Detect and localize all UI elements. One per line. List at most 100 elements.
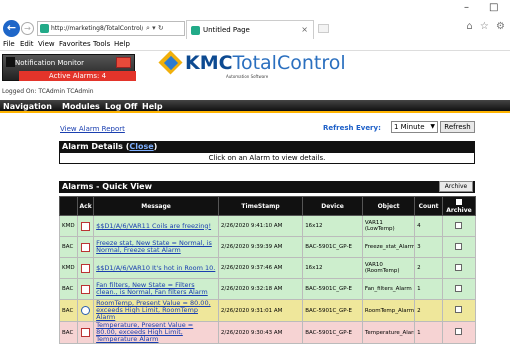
row-object: Freeze_stat_Alarm	[361, 236, 416, 258]
back-button[interactable]: ←	[3, 20, 20, 37]
row-source: BAC	[58, 236, 79, 258]
tab-close-icon[interactable]: ×	[301, 25, 308, 34]
table-row[interactable]: KMDAck $$D1/A/6/VAR11 Coils are freezing!…	[58, 215, 477, 237]
table-row[interactable]: KMDAck $$D1/A/6/VAR10 It's hot in Room 10…	[58, 257, 477, 279]
col-message[interactable]: Message	[93, 196, 219, 216]
row-object: RoomTemp_Alarm	[361, 299, 416, 322]
col-timestamp[interactable]: TimeStamp	[217, 196, 304, 216]
close-details-link[interactable]: Close	[129, 142, 153, 151]
row-message[interactable]: $$D1/A/6/VAR10 It's hot in Room 10.	[93, 257, 219, 279]
ack-alarm-icon[interactable]: Ack	[81, 284, 91, 294]
nav-log-off[interactable]: Log Off	[105, 100, 137, 113]
row-source: BAC	[58, 321, 79, 344]
menu-favorites[interactable]: Favorites	[59, 40, 91, 48]
archive-all-checkbox[interactable]	[455, 198, 462, 205]
row-message[interactable]: Fan filters, New State = Filters clean.,…	[93, 278, 219, 300]
new-tab-button[interactable]	[318, 24, 329, 33]
row-ack[interactable]: Ack	[77, 299, 95, 322]
row-count: 2	[414, 299, 443, 322]
row-message[interactable]: RoomTemp, Present Value = 80.00, exceeds…	[93, 299, 219, 322]
table-row[interactable]: BACAck Freeze stat, New State = Normal, i…	[58, 236, 477, 258]
row-ack[interactable]: Ack	[77, 236, 95, 258]
table-row[interactable]: BACAck RoomTemp, Present Value = 80.00, e…	[58, 299, 477, 322]
alarm-message-link[interactable]: $$D1/A/6/VAR10 It's hot in Room 10.	[96, 264, 215, 272]
nav-help[interactable]: Help	[142, 100, 163, 113]
forward-button[interactable]: →	[21, 22, 34, 35]
row-message[interactable]: $$D1/A/6/VAR11 Coils are freezing!	[93, 215, 219, 237]
view-alarm-report-link[interactable]: View Alarm Report	[60, 125, 125, 133]
col-count[interactable]: Count	[414, 196, 443, 216]
refresh-label: Refresh Every:	[323, 124, 381, 132]
menu-file[interactable]: File	[3, 40, 15, 48]
row-ack[interactable]: Ack	[77, 278, 95, 300]
browser-tool-icons[interactable]: ⌂ ☆ ⚙	[466, 21, 507, 32]
col-archive: Archive	[441, 196, 477, 216]
col-archive-label: Archive	[446, 206, 472, 214]
browser-toolbar: ← → http://marketing8/TotalControl/Web/A…	[0, 17, 510, 39]
archive-checkbox[interactable]	[455, 328, 463, 335]
row-source: KMD	[58, 257, 79, 279]
archive-checkbox[interactable]	[455, 306, 463, 313]
ack-alarm-icon[interactable]: Ack	[81, 221, 91, 231]
alarm-details-title: Alarm Details (	[62, 142, 130, 151]
address-bar[interactable]: http://marketing8/TotalControl/Web/Alarm…	[37, 21, 185, 36]
archive-checkbox[interactable]	[455, 221, 463, 229]
tab-title: Untitled Page	[203, 26, 250, 34]
menu-help[interactable]: Help	[114, 40, 130, 48]
menu-view[interactable]: View	[38, 40, 55, 48]
archive-checkbox[interactable]	[455, 284, 463, 292]
address-controls[interactable]: ⌕ ▾ ↻	[146, 24, 164, 33]
archive-checkbox[interactable]	[455, 263, 463, 271]
ack-alarm-icon[interactable]: Ack	[81, 328, 91, 337]
alarm-message-link[interactable]: RoomTemp, Present Value = 80.00, exceeds…	[96, 301, 211, 321]
app-logo: KMCTotalControl	[185, 52, 346, 74]
row-archive[interactable]	[441, 257, 477, 279]
minimize-icon[interactable]: –	[464, 2, 469, 13]
refresh-button[interactable]: Refresh	[440, 121, 475, 133]
menu-tools[interactable]: Tools	[93, 40, 110, 48]
row-ack[interactable]: Ack	[77, 257, 95, 279]
row-message[interactable]: Temperature, Present Value = 80.00, exce…	[93, 321, 219, 344]
row-device: 16x12	[302, 215, 363, 237]
row-archive[interactable]	[441, 278, 477, 300]
alarm-bell-icon[interactable]	[116, 57, 131, 68]
alarm-message-link[interactable]: Freeze stat, New State = Normal, is Norm…	[96, 239, 212, 254]
row-archive[interactable]	[441, 215, 477, 237]
address-text[interactable]: http://marketing8/TotalControl/Web/Alarm…	[51, 25, 143, 32]
nav-modules[interactable]: Modules	[62, 100, 100, 113]
alarm-message-link[interactable]: Fan filters, New State = Filters clean.,…	[96, 281, 208, 296]
archive-button[interactable]: Archive	[439, 181, 473, 192]
row-count: 2	[414, 257, 443, 279]
row-count: 1	[414, 321, 443, 344]
col-device[interactable]: Device	[302, 196, 363, 216]
nav-navigation[interactable]: Navigation	[3, 100, 52, 113]
row-message[interactable]: Freeze stat, New State = Normal, is Norm…	[93, 236, 219, 258]
logo-totalcontrol: TotalControl	[232, 52, 346, 74]
alarm-message-link[interactable]: Temperature, Present Value = 80.00, exce…	[96, 323, 193, 343]
row-object: VAR11 (LowTemp)	[361, 215, 416, 237]
row-ack[interactable]: Ack	[77, 321, 95, 344]
row-archive[interactable]	[441, 299, 477, 322]
row-source: BAC	[58, 278, 79, 300]
row-archive[interactable]	[441, 236, 477, 258]
active-alarms-count[interactable]: Active Alarms: 4	[19, 71, 136, 81]
row-timestamp: 2/26/2020 9:30:43 AM	[217, 321, 304, 344]
refresh-interval-select[interactable]: 1 Minute ▼	[391, 121, 438, 133]
acknowledged-icon[interactable]: Ack	[81, 306, 91, 315]
row-device: 16x12	[302, 257, 363, 279]
menu-edit[interactable]: Edit	[20, 40, 34, 48]
ack-check-icon[interactable]: Ack	[81, 263, 91, 273]
archive-checkbox[interactable]	[455, 242, 463, 250]
browser-tab[interactable]: Untitled Page ×	[186, 20, 314, 39]
alarms-table: Ack Message TimeStamp Device Object Coun…	[58, 196, 477, 344]
ack-alarm-icon[interactable]: Ack	[81, 242, 91, 252]
table-row[interactable]: BACAck Fan filters, New State = Filters c…	[58, 278, 477, 300]
alarm-message-link[interactable]: $$D1/A/6/VAR11 Coils are freezing!	[96, 222, 211, 230]
notification-monitor[interactable]: Notification Monitor Active Alarms: 4	[2, 54, 136, 81]
table-row[interactable]: BACAck Temperature, Present Value = 80.00…	[58, 321, 477, 344]
row-archive[interactable]	[441, 321, 477, 344]
row-ack[interactable]: Ack	[77, 215, 95, 237]
maximize-icon[interactable]: □	[489, 2, 498, 13]
col-object[interactable]: Object	[361, 196, 416, 216]
row-count: 3	[414, 236, 443, 258]
